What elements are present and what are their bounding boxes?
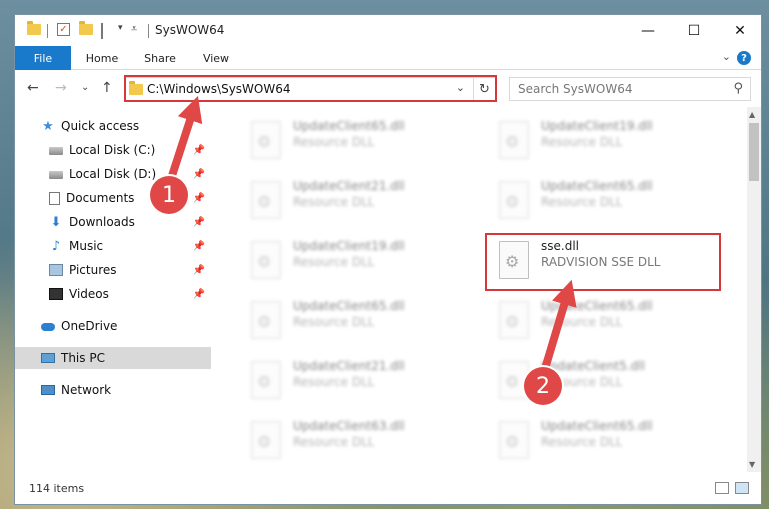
step-2-badge: 2	[524, 367, 562, 405]
arrow-to-address-bar	[166, 95, 203, 186]
step-1-badge: 1	[150, 176, 188, 214]
annotation-arrows	[166, 95, 577, 376]
arrow-to-sse-dll	[540, 279, 577, 376]
